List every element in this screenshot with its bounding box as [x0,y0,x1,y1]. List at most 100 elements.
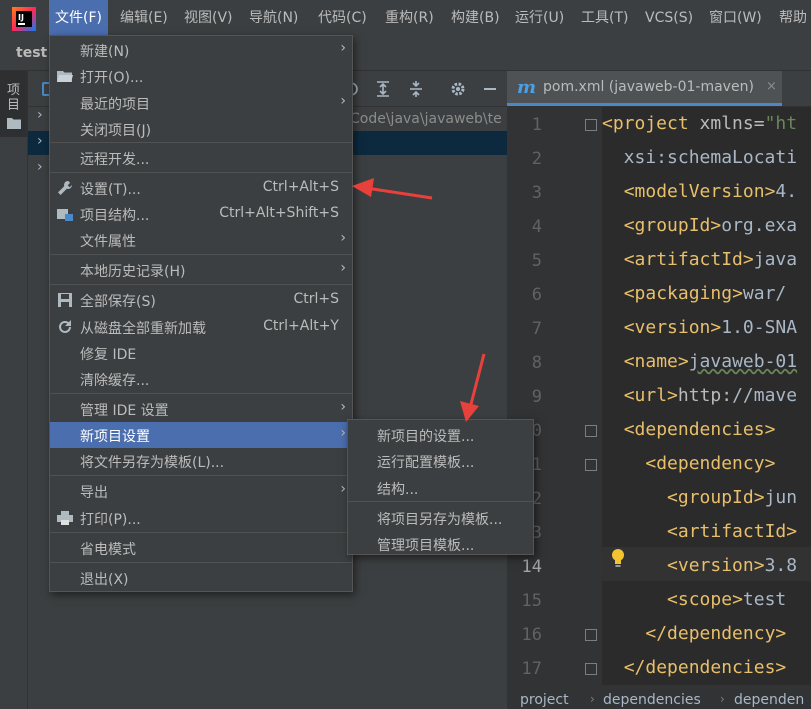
submenu-item[interactable]: 新项目的设置... [348,422,533,448]
file-menu-item[interactable]: 修复 IDE [50,340,352,366]
line-number: 7 [531,319,542,339]
svg-text:IJ: IJ [18,13,24,22]
code-line[interactable]: </dependency> [602,623,786,644]
line-number-gutter: 1234567891011121314151617 [507,107,602,685]
tree-expand-arrow-icon[interactable]: › [37,133,43,149]
code-editor[interactable]: <project xmlns="ht xsi:schemaLocati <mod… [602,107,811,685]
file-menu-item[interactable]: 关闭项目(J) [50,116,352,142]
code-line[interactable]: <artifactId>java [602,249,797,270]
menu-refactor[interactable]: 重构(R) [385,0,434,37]
breadcrumb-dependency[interactable]: dependen [734,692,804,708]
file-menu-item[interactable]: 省电模式 [50,535,352,561]
file-menu-item[interactable]: 退出(X) [50,565,352,591]
submenu-item[interactable]: 结构... [348,475,533,501]
file-menu-item[interactable]: 打开(O)... [50,63,352,89]
menu-tools[interactable]: 工具(T) [581,0,628,37]
submenu-item-label: 新项目的设置... [377,429,475,445]
line-number: 16 [521,625,542,645]
lightbulb-icon[interactable] [610,548,626,568]
tree-expand-arrow-icon[interactable]: › [37,159,43,175]
file-menu-item-shortcut: Ctrl+Alt+S [262,179,339,195]
tree-expand-arrow-icon[interactable]: › [37,107,43,123]
fold-marker-icon[interactable] [585,459,597,471]
editor-tab-pom[interactable]: m pom.xml (javaweb-01-maven) × [507,71,782,106]
submenu-item-label: 结构... [377,482,419,498]
editor-tab-bar: m pom.xml (javaweb-01-maven) × [507,71,811,107]
code-line[interactable]: <dependencies> [602,419,776,440]
file-menu-item[interactable]: 从磁盘全部重新加载 Ctrl+Alt+Y [50,314,352,340]
reload-icon [56,318,74,336]
menu-window[interactable]: 窗口(W) [709,0,762,37]
menu-edit[interactable]: 编辑(E) [120,0,168,37]
file-menu-item[interactable]: 清除缓存... [50,366,352,392]
submenu-arrow-icon: › [340,481,346,497]
code-line[interactable]: <packaging>war/ [602,283,787,304]
code-line[interactable]: <dependency> [602,453,775,474]
code-line[interactable]: </dependencies> [602,657,787,678]
fold-marker-icon[interactable] [585,663,597,675]
file-menu-item[interactable]: 项目结构... Ctrl+Alt+Shift+S [50,201,352,227]
code-line[interactable]: <groupId>org.exa [602,215,797,236]
submenu-arrow-icon: › [340,260,346,276]
code-line[interactable]: <artifactId> [602,521,797,542]
file-menu-item[interactable]: 设置(T)... Ctrl+Alt+S [50,175,352,201]
file-menu-item-label: 从磁盘全部重新加载 [80,321,206,337]
fold-marker-icon[interactable] [585,425,597,437]
file-menu-item[interactable]: 新项目设置 › [50,422,352,448]
code-line[interactable]: <url>http://mave [602,385,797,406]
file-menu-item-label: 设置(T)... [80,182,141,198]
file-menu-item-shortcut: Ctrl+Alt+Y [263,318,339,334]
file-menu-item[interactable]: 新建(N) › [50,37,352,63]
menu-code[interactable]: 代码(C) [318,0,367,37]
collapse-all-icon[interactable] [407,80,425,98]
breadcrumb-project[interactable]: project [520,692,569,708]
menu-view[interactable]: 视图(V) [184,0,233,37]
project-name-crumb[interactable]: test [16,45,47,61]
code-line[interactable]: <modelVersion>4. [602,181,797,202]
expand-all-icon[interactable] [374,80,392,98]
code-line[interactable]: xsi:schemaLocati [602,147,797,168]
file-menu-item[interactable]: 全部保存(S) Ctrl+S [50,287,352,313]
hide-panel-icon[interactable] [481,80,499,98]
project-tool-tab[interactable]: 项目 [0,71,27,137]
file-menu-item[interactable]: 最近的项目 › [50,90,352,116]
folder-open-icon [56,67,74,85]
menu-separator [50,393,352,394]
code-line[interactable]: <name>javaweb-01 [602,351,797,372]
fold-marker-icon[interactable] [585,119,597,131]
file-menu-item[interactable]: 远程开发... [50,145,352,171]
file-menu-item[interactable]: 管理 IDE 设置 › [50,396,352,422]
submenu-arrow-icon: › [340,40,346,56]
menu-build[interactable]: 构建(B) [451,0,500,37]
file-menu-item[interactable]: 文件属性 › [50,227,352,253]
code-line[interactable]: <groupId>jun [602,487,797,508]
code-line[interactable]: <project xmlns="ht [602,113,797,134]
menu-help[interactable]: 帮助 [779,0,807,37]
folder-icon [7,118,21,129]
gear-icon[interactable] [449,80,467,98]
menu-navigate[interactable]: 导航(N) [249,0,298,37]
file-menu-item[interactable]: 打印(P)... [50,505,352,531]
submenu-arrow-icon: › [340,425,346,441]
submenu-item[interactable]: 将项目另存为模板... [348,505,533,531]
submenu-item[interactable]: 运行配置模板... [348,448,533,474]
file-menu-item-label: 项目结构... [80,208,150,224]
submenu-item[interactable]: 管理项目模板... [348,531,533,557]
code-line[interactable]: <version>3.8 [602,555,797,576]
close-icon[interactable]: × [766,79,777,94]
code-line[interactable]: <scope>test [602,589,786,610]
code-line[interactable]: <version>1.0-SNA [602,317,797,338]
breadcrumb-dependencies[interactable]: dependencies [603,692,701,708]
file-menu-item[interactable]: 将文件另存为模板(L)... [50,448,352,474]
fold-marker-icon[interactable] [585,629,597,641]
editor-tab-label: pom.xml (javaweb-01-maven) [543,79,754,95]
menu-file[interactable]: 文件(F) [49,0,108,37]
menu-run[interactable]: 运行(U) [515,0,564,37]
wrench-icon [56,179,74,197]
menu-vcs[interactable]: VCS(S) [645,0,693,37]
file-menu-item[interactable]: 本地历史记录(H) › [50,257,352,283]
submenu-arrow-icon: › [340,230,346,246]
file-menu-item[interactable]: 导出 › [50,478,352,504]
project-structure-icon [56,205,74,223]
new-project-settings-submenu: 新项目的设置... 运行配置模板... 结构... 将项目另存为模板... 管理项目模板… [347,419,534,555]
